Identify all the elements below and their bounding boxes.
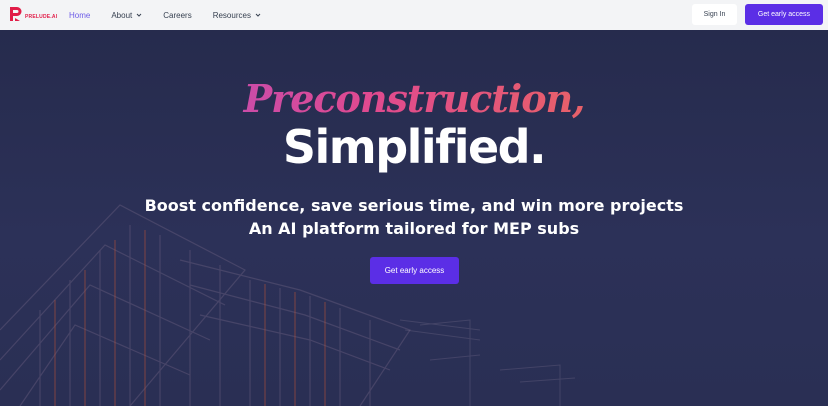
brand-name: PRELUDE.AI xyxy=(25,14,58,20)
nav-item-resources[interactable]: Resources xyxy=(213,11,261,20)
brand-logo[interactable]: PRELUDE.AI xyxy=(9,6,57,22)
nav-item-careers[interactable]: Careers xyxy=(163,11,191,20)
top-navbar: PRELUDE.AI Home About Careers Resources … xyxy=(0,0,828,30)
nav-get-early-access-button[interactable]: Get early access xyxy=(745,4,823,25)
nav-item-home[interactable]: Home xyxy=(69,11,90,20)
sign-in-button[interactable]: Sign In xyxy=(692,4,737,25)
chevron-down-icon xyxy=(255,13,261,17)
hero-headline-script: Preconstruction, xyxy=(0,76,828,121)
hero-subtitle-1: Boost confidence, save serious time, and… xyxy=(144,196,684,215)
hero-subtitle-2: An AI platform tailored for MEP subs xyxy=(248,219,580,238)
nav-item-resources-label: Resources xyxy=(212,10,251,20)
hero-headline-main: Simplified. xyxy=(282,120,547,174)
logo-icon xyxy=(10,7,22,21)
chevron-down-icon xyxy=(136,13,142,17)
hero-section: Preconstruction, Simplified. Boost confi… xyxy=(0,30,828,406)
nav-links: Home About Careers Resources xyxy=(69,0,282,30)
nav-item-about[interactable]: About xyxy=(111,11,142,20)
nav-item-about-label: About xyxy=(111,10,133,20)
hero-get-early-access-button[interactable]: Get early access xyxy=(370,257,459,284)
